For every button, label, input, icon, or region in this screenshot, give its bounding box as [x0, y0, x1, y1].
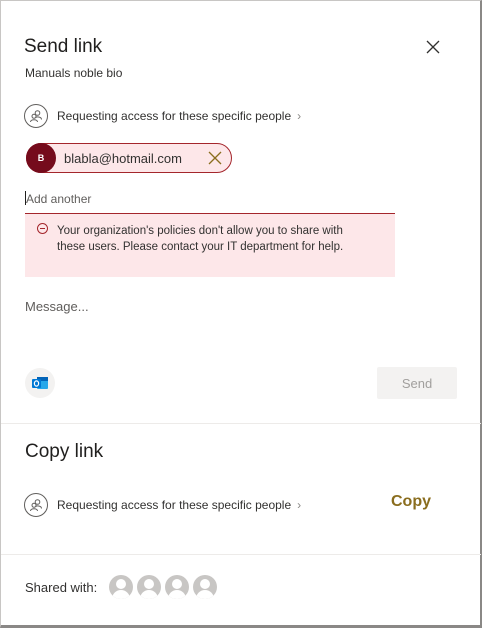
copy-link-title: Copy link — [25, 441, 104, 462]
remove-recipient-button[interactable] — [207, 150, 223, 166]
message-input[interactable] — [25, 294, 445, 318]
outlook-button[interactable] — [25, 368, 55, 398]
add-recipient-input[interactable] — [25, 184, 395, 214]
copy-button[interactable]: Copy — [391, 493, 431, 511]
text-cursor — [25, 191, 26, 205]
access-setting-label: Requesting access for these specific peo… — [57, 498, 292, 512]
people-icon — [24, 104, 48, 128]
person-avatar-icon[interactable] — [165, 575, 189, 599]
file-name: Manuals noble bio — [25, 66, 123, 80]
outlook-icon — [32, 377, 48, 389]
recipient-avatar: B — [26, 143, 56, 173]
recipient-email: blabla@hotmail.com — [64, 150, 182, 166]
chevron-right-icon: › — [297, 498, 302, 512]
person-avatar-icon[interactable] — [193, 575, 217, 599]
people-icon — [24, 493, 48, 517]
person-avatar-icon[interactable] — [137, 575, 161, 599]
policy-error-text: Your organization's policies don't allow… — [57, 225, 344, 253]
close-icon — [208, 151, 222, 165]
recipient-chip[interactable]: B blabla@hotmail.com — [26, 143, 232, 173]
chevron-right-icon: › — [297, 109, 302, 123]
access-setting-label: Requesting access for these specific peo… — [57, 109, 292, 123]
section-divider — [1, 423, 481, 424]
send-button[interactable]: Send — [377, 367, 457, 399]
policy-error-banner: Your organization's policies don't allow… — [25, 214, 395, 277]
close-icon — [426, 40, 440, 54]
section-divider — [1, 554, 481, 555]
share-dialog: Send link Manuals noble bio Requesting a… — [0, 0, 482, 628]
close-button[interactable] — [423, 37, 443, 57]
copy-link-access-settings[interactable]: Requesting access for these specific peo… — [24, 493, 301, 517]
person-avatar-icon[interactable] — [109, 575, 133, 599]
send-link-title: Send link — [24, 36, 103, 57]
error-minus-circle-icon — [37, 223, 48, 234]
shared-with-label: Shared with: — [25, 580, 98, 595]
shared-with-avatars — [109, 575, 217, 599]
send-link-access-settings[interactable]: Requesting access for these specific peo… — [24, 104, 301, 128]
